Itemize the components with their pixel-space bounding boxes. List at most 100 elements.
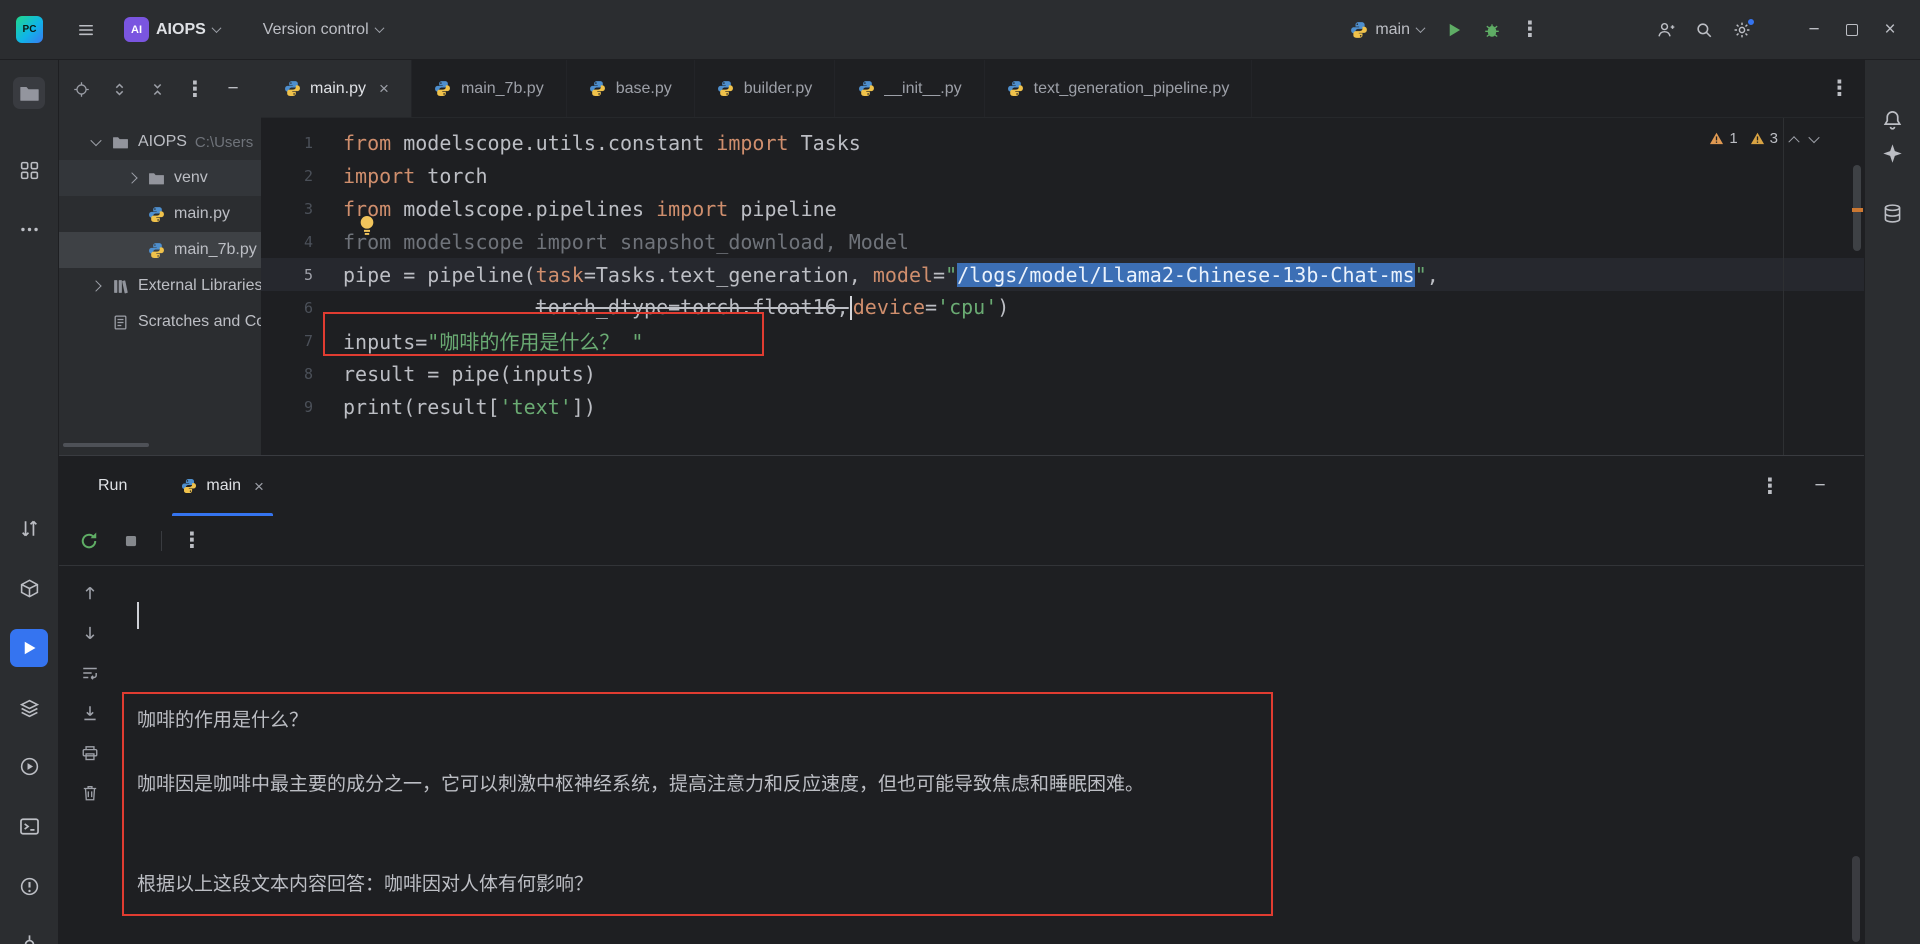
print-button[interactable]	[77, 740, 103, 766]
run-tool-button[interactable]	[10, 629, 48, 667]
code-line-9[interactable]: 9 print(result['text'])	[261, 390, 1864, 423]
prev-problem-icon[interactable]	[1788, 135, 1800, 147]
run-panel-options-button[interactable]: ⋮	[1754, 470, 1786, 502]
console-scrollbar[interactable]	[1852, 856, 1860, 942]
tree-item-main.py[interactable]: main.py	[59, 196, 261, 232]
soft-wrap-button[interactable]	[77, 660, 103, 686]
run-play-icon	[1445, 21, 1463, 39]
stop-icon	[122, 532, 140, 550]
debug-bug-icon	[1483, 21, 1501, 39]
project-options-button[interactable]: ⋮	[179, 73, 211, 105]
hide-project-panel-button[interactable]: −	[217, 73, 249, 105]
python-icon	[1007, 80, 1025, 97]
vcs-menu[interactable]: Version control	[255, 13, 391, 47]
collapse-all-button[interactable]	[141, 73, 173, 105]
hide-run-panel-button[interactable]: −	[1804, 470, 1836, 502]
chevron-right-icon[interactable]	[126, 172, 138, 184]
line-number: 5	[303, 265, 313, 284]
up-stack-button[interactable]	[77, 580, 103, 606]
more-tools-button[interactable]	[13, 213, 45, 245]
console-output[interactable]: 咖啡的作用是什么？ 咖啡因是咖啡中最主要的成分之一，它可以刺激中枢神经系统，提高…	[121, 566, 1864, 944]
commit-tool-button[interactable]	[13, 928, 45, 944]
tree-item-main_7b.py[interactable]: main_7b.py	[59, 232, 261, 268]
scroll-to-end-button[interactable]	[77, 700, 103, 726]
search-everywhere-button[interactable]	[1688, 14, 1720, 46]
editor-area: main.py × main_7b.py base.py builder.py __ini…	[261, 60, 1864, 455]
problems-tool-button[interactable]	[13, 870, 45, 902]
database-icon[interactable]	[1877, 197, 1909, 229]
run-button[interactable]	[1438, 14, 1470, 46]
run-panel-title: Run	[98, 477, 128, 494]
code-line-4[interactable]: 4 from modelscope import snapshot_downloa…	[261, 225, 1864, 258]
select-opened-file-button[interactable]	[65, 73, 97, 105]
code-line-2[interactable]: 2 import torch	[261, 159, 1864, 192]
tab-close-icon[interactable]: ×	[254, 478, 264, 495]
python-icon	[857, 80, 875, 97]
structure-tool-button[interactable]	[13, 154, 45, 186]
main-menu-button[interactable]	[70, 14, 102, 46]
chevron-right-icon[interactable]	[90, 280, 102, 292]
intention-bulb-icon[interactable]	[356, 213, 378, 235]
editor-tab-base.py[interactable]: base.py	[567, 60, 695, 117]
project-panel: ⋮ − AIOPS C:\Users venv main.py main_7b.py Ex…	[59, 60, 261, 455]
run-anything-button[interactable]	[13, 750, 45, 782]
python-icon	[434, 80, 452, 97]
editor-tab-__init__.py[interactable]: __init__.py	[835, 60, 985, 117]
settings-notification-dot	[1747, 17, 1755, 26]
clear-console-button[interactable]	[77, 780, 103, 806]
debug-button[interactable]	[1476, 14, 1508, 46]
run-configurations-button[interactable]	[13, 512, 45, 544]
project-tool-button[interactable]	[13, 77, 45, 109]
inspection-widget[interactable]: 1 3	[1709, 130, 1820, 147]
close-button[interactable]: ×	[1874, 14, 1906, 46]
editor-tab-main.py[interactable]: main.py ×	[261, 60, 412, 117]
stop-button[interactable]	[115, 525, 147, 557]
tree-item-venv[interactable]: venv	[59, 160, 261, 196]
project-name: AIOPS	[156, 20, 206, 38]
notifications-bell-icon[interactable]	[1877, 103, 1909, 135]
editor-tab-text_generation_pipeline.py[interactable]: text_generation_pipeline.py	[985, 60, 1253, 117]
rerun-button[interactable]	[73, 525, 105, 557]
chevron-down-icon	[374, 23, 385, 34]
expand-all-button[interactable]	[103, 73, 135, 105]
warning-stripe-mark[interactable]	[1852, 208, 1863, 212]
tree-item-external-libraries[interactable]: External Libraries	[59, 268, 261, 304]
chevron-down-icon[interactable]	[90, 134, 102, 147]
tab-close-icon[interactable]: ×	[379, 80, 389, 97]
line-number: 3	[303, 199, 313, 218]
code-line-7[interactable]: 7 inputs="咖啡的作用是什么？ "	[261, 324, 1864, 357]
run-tab-main[interactable]: main ×	[167, 456, 278, 516]
code-editor[interactable]: 1 from modelscope.utils.constant import T…	[261, 118, 1864, 455]
run-config-selector[interactable]: main	[1342, 13, 1432, 47]
code-line-8[interactable]: 8 result = pipe(inputs)	[261, 357, 1864, 390]
code-line-3[interactable]: 3 from modelscope.pipelines import pipeli…	[261, 192, 1864, 225]
project-selector[interactable]: AI AIOPS	[116, 13, 228, 47]
code-line-5[interactable]: 5 pipe = pipeline(task=Tasks.text_generat…	[261, 258, 1864, 291]
project-panel-scrollbar[interactable]	[63, 443, 149, 447]
python-icon	[181, 478, 197, 494]
settings-button[interactable]	[1726, 14, 1758, 46]
console-options-button[interactable]: ⋮	[176, 525, 208, 557]
more-actions-button[interactable]: ⋮	[1514, 14, 1546, 46]
next-problem-icon[interactable]	[1808, 131, 1820, 143]
tree-item-aiops[interactable]: AIOPS C:\Users	[59, 124, 261, 160]
maximize-button[interactable]	[1836, 14, 1868, 46]
code-with-me-button[interactable]	[1650, 14, 1682, 46]
down-stack-button[interactable]	[77, 620, 103, 646]
tab-list-button[interactable]: ⋮	[1829, 78, 1850, 99]
vcs-label: Version control	[262, 20, 369, 38]
terminal-tool-button[interactable]	[13, 810, 45, 842]
python-icon	[717, 80, 735, 97]
line-number: 8	[303, 364, 313, 383]
tree-item-scratches-and-consoles[interactable]: Scratches and Consoles	[59, 304, 261, 340]
editor-caret	[849, 296, 852, 321]
editor-tab-main_7b.py[interactable]: main_7b.py	[412, 60, 567, 117]
code-line-6[interactable]: 6 torch_dtype=torch.float16, device='cpu'…	[261, 291, 1864, 324]
code-line-1[interactable]: 1 from modelscope.utils.constant import T…	[261, 126, 1864, 159]
ai-assistant-icon[interactable]	[1877, 137, 1909, 169]
python-icon	[589, 80, 607, 97]
editor-tab-builder.py[interactable]: builder.py	[695, 60, 836, 117]
services-tool-button[interactable]	[13, 692, 45, 724]
minimize-button[interactable]: −	[1798, 14, 1830, 46]
python-packages-button[interactable]	[13, 572, 45, 604]
